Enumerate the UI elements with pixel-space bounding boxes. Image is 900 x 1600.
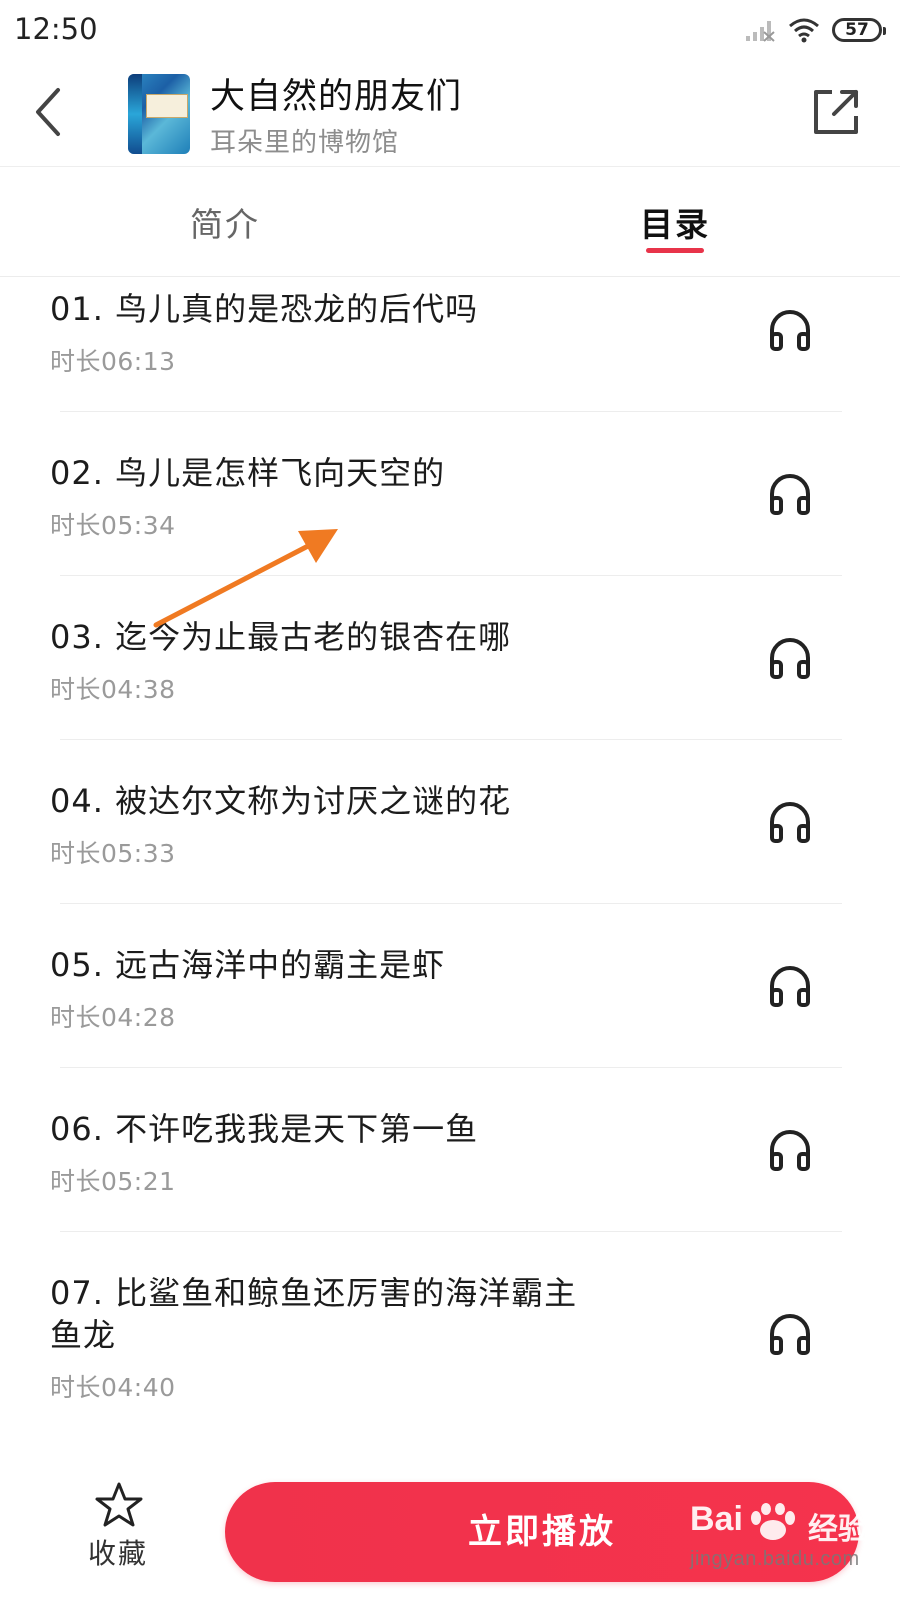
headphones-icon[interactable] <box>768 308 812 352</box>
status-bar: 12:50 57 <box>0 0 900 62</box>
episode-duration: 时长05:33 <box>50 839 176 868</box>
episode-title: 02. 鸟儿是怎样飞向天空的 <box>50 454 446 492</box>
episode-row[interactable]: 04. 被达尔文称为讨厌之谜的花 时长05:33 <box>0 740 900 904</box>
episode-title: 03. 迄今为止最古老的银杏在哪 <box>50 618 512 656</box>
status-time: 12:50 <box>14 12 98 46</box>
episode-duration: 时长04:38 <box>50 675 176 704</box>
headphones-icon[interactable] <box>768 964 812 1008</box>
headphones-icon[interactable] <box>768 1128 812 1172</box>
episode-row[interactable]: 03. 迄今为止最古老的银杏在哪 时长04:38 <box>0 576 900 740</box>
book-cover <box>128 74 190 154</box>
episode-duration: 时长04:28 <box>50 1003 176 1032</box>
play-now-button[interactable]: 立即播放 <box>225 1482 859 1582</box>
status-icons: 57 <box>744 14 886 46</box>
chevron-left-icon[interactable] <box>28 84 76 140</box>
episode-title: 04. 被达尔文称为讨厌之谜的花 <box>50 782 512 820</box>
headphones-icon[interactable] <box>768 800 812 844</box>
headphones-icon[interactable] <box>768 472 812 516</box>
tab-intro[interactable]: 简介 <box>190 198 260 246</box>
episode-title: 07. 比鲨鱼和鲸鱼还厉害的海洋霸主鱼龙 <box>50 1274 578 1354</box>
episode-row[interactable]: 05. 远古海洋中的霸主是虾 时长04:28 <box>0 904 900 1068</box>
episode-row[interactable]: 01. 鸟儿真的是恐龙的后代吗 时长06:13 <box>0 276 900 412</box>
episode-title: 05. 远古海洋中的霸主是虾 <box>50 946 446 984</box>
episode-list: 01. 鸟儿真的是恐龙的后代吗 时长06:13 02. 鸟儿是怎样飞向天空的 时… <box>0 276 900 1428</box>
cover-stripe <box>128 74 142 154</box>
episode-duration: 时长05:21 <box>50 1167 176 1196</box>
header: 大自然的朋友们 耳朵里的博物馆 <box>0 62 900 167</box>
episode-row[interactable]: 02. 鸟儿是怎样飞向天空的 时长05:34 <box>0 412 900 576</box>
episode-duration: 时长06:13 <box>50 347 176 376</box>
cover-label <box>146 94 188 118</box>
bottom-bar: 收藏 立即播放 <box>0 1460 900 1600</box>
tab-active-indicator <box>646 248 704 253</box>
episode-title: 01. 鸟儿真的是恐龙的后代吗 <box>50 290 479 328</box>
tab-bar: 简介 目录 <box>0 166 900 277</box>
share-icon[interactable] <box>810 86 862 138</box>
star-icon <box>95 1482 143 1527</box>
episode-row[interactable]: 06. 不许吃我我是天下第一鱼 时长05:21 <box>0 1068 900 1232</box>
play-now-label: 立即播放 <box>468 1512 616 1552</box>
book-subtitle: 耳朵里的博物馆 <box>210 128 400 158</box>
episode-row[interactable]: 07. 比鲨鱼和鲸鱼还厉害的海洋霸主鱼龙 时长04:40 <box>0 1232 900 1428</box>
battery-level: 57 <box>845 20 869 40</box>
book-title: 大自然的朋友们 <box>210 77 463 117</box>
episode-title: 06. 不许吃我我是天下第一鱼 <box>50 1110 479 1148</box>
headphones-icon[interactable] <box>768 636 812 680</box>
favorite-label: 收藏 <box>88 1537 149 1570</box>
battery-icon: 57 <box>832 18 886 42</box>
signal-icon <box>746 21 775 42</box>
wifi-icon <box>789 18 819 43</box>
episode-duration: 时长04:40 <box>50 1373 176 1402</box>
tab-catalog[interactable]: 目录 <box>640 198 710 246</box>
episode-duration: 时长05:34 <box>50 511 176 540</box>
favorite-button[interactable]: 收藏 <box>80 1480 160 1580</box>
headphones-icon[interactable] <box>768 1312 812 1356</box>
